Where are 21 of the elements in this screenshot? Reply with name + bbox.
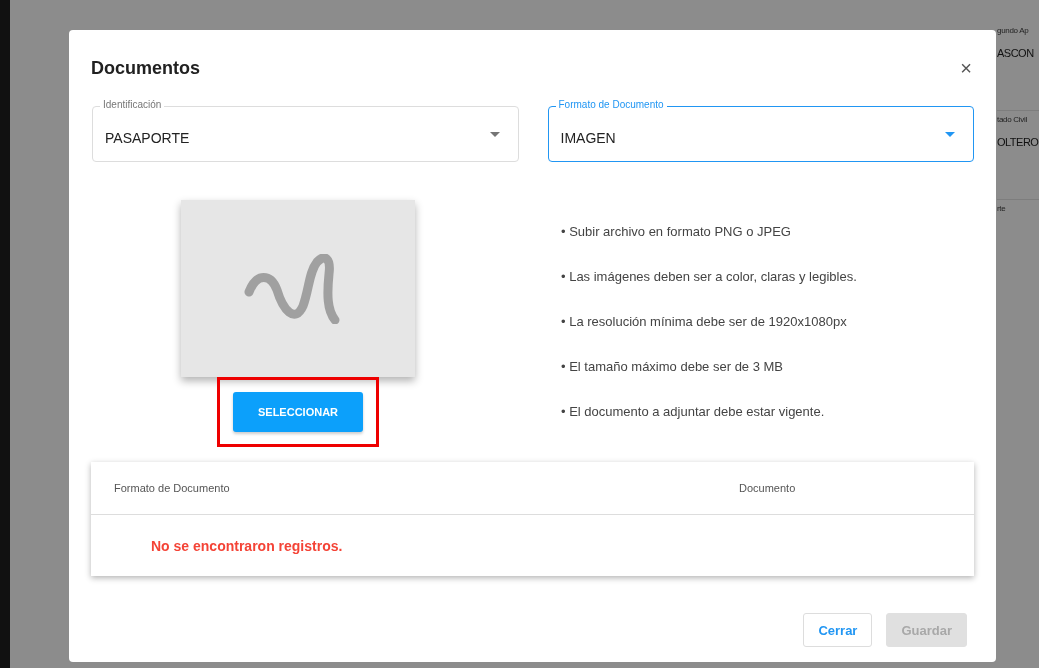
instruction-text: • La resolución mínima debe ser de 1920x1080px bbox=[561, 314, 848, 331]
field-label: gundo Ap bbox=[997, 25, 1030, 35]
caret-icon bbox=[489, 131, 500, 137]
instruction-text: • Las imágenes deben ser a color, claras y legibles. bbox=[561, 269, 857, 286]
instruction-text: • El tamaño máximo debe ser de 3 MB bbox=[561, 359, 785, 376]
caret-icon bbox=[945, 131, 955, 137]
column-header: Documento bbox=[739, 482, 796, 494]
empty-message: No se encontraron registros. bbox=[151, 537, 343, 554]
select-value: PASAPORTE bbox=[105, 129, 191, 146]
column-header: Formato de Documento bbox=[113, 482, 231, 494]
select-label: Formato de Documento bbox=[555, 99, 667, 110]
field-label: tado Civil bbox=[997, 114, 1028, 124]
dialog-title: Documentos bbox=[91, 57, 200, 79]
select-value: IMAGEN bbox=[560, 129, 617, 146]
field-value: OLTERO bbox=[997, 136, 1039, 148]
instruction-text: • El documento a adjuntar debe estar vigente. bbox=[561, 404, 826, 421]
instruction-text: • Subir archivo en formato PNG o JPEG bbox=[561, 224, 792, 241]
close-button[interactable]: × bbox=[958, 56, 974, 80]
field-label: rte bbox=[997, 203, 1007, 213]
select-label: Identificación bbox=[100, 99, 165, 110]
field-value: ASCON bbox=[997, 47, 1035, 59]
